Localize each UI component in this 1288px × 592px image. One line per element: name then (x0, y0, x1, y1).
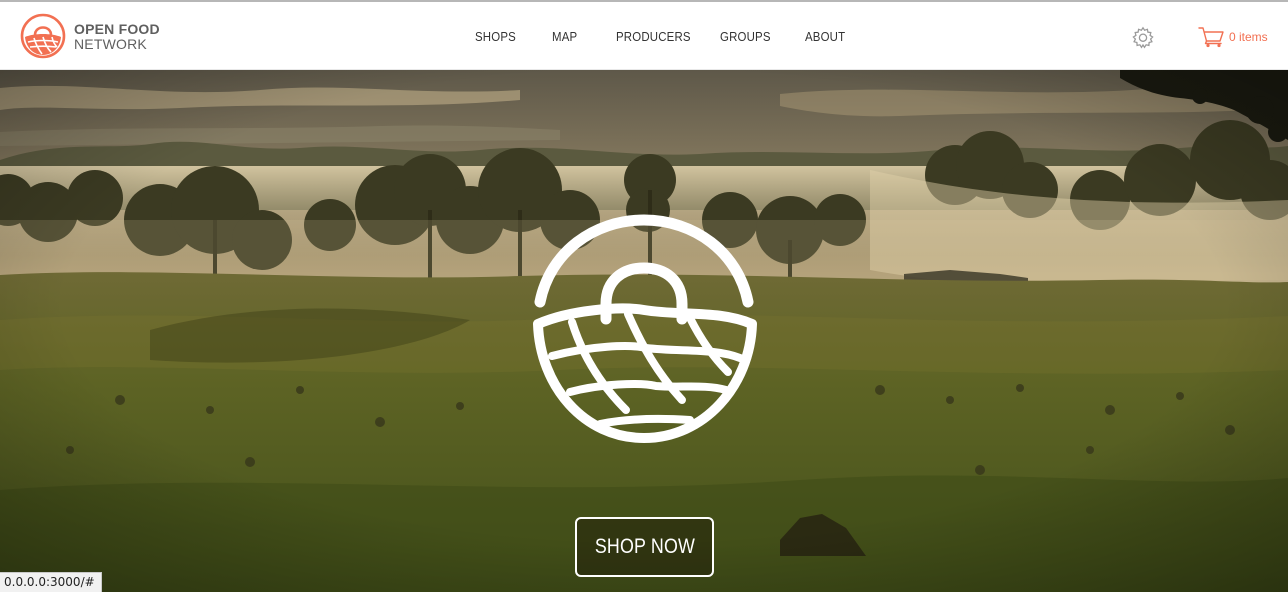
cart-item-count: 0 items (1229, 30, 1268, 44)
gear-icon[interactable] (1131, 26, 1155, 50)
nav-item-groups[interactable]: GROUPS (720, 29, 771, 44)
cart-button[interactable]: 0 items (1198, 26, 1268, 48)
basket-logo-icon (20, 13, 66, 59)
nav-item-map[interactable]: MAP (552, 29, 577, 44)
brand-line-1: OPEN FOOD (74, 21, 160, 37)
brand-home-link[interactable]: OPEN FOOD NETWORK (20, 13, 170, 61)
main-nav: SHOPS MAP PRODUCERS GROUPS ABOUT (0, 2, 1288, 70)
nav-item-shops[interactable]: SHOPS (475, 29, 516, 44)
hero-banner: SHOP NOW (0, 70, 1288, 592)
brand-wordmark: OPEN FOOD NETWORK (74, 22, 160, 52)
nav-item-producers[interactable]: PRODUCERS (616, 29, 691, 44)
site-header: OPEN FOOD NETWORK SHOPS MAP PRODUCERS GR… (0, 2, 1288, 70)
nav-item-about[interactable]: ABOUT (805, 29, 845, 44)
shop-now-button[interactable]: SHOP NOW (575, 517, 714, 577)
status-bar-url: 0.0.0.0:3000/# (0, 572, 102, 592)
basket-logo-icon (533, 214, 757, 443)
brand-line-2: NETWORK (74, 36, 147, 52)
shop-now-label: SHOP NOW (594, 535, 695, 558)
cart-icon (1198, 27, 1224, 48)
